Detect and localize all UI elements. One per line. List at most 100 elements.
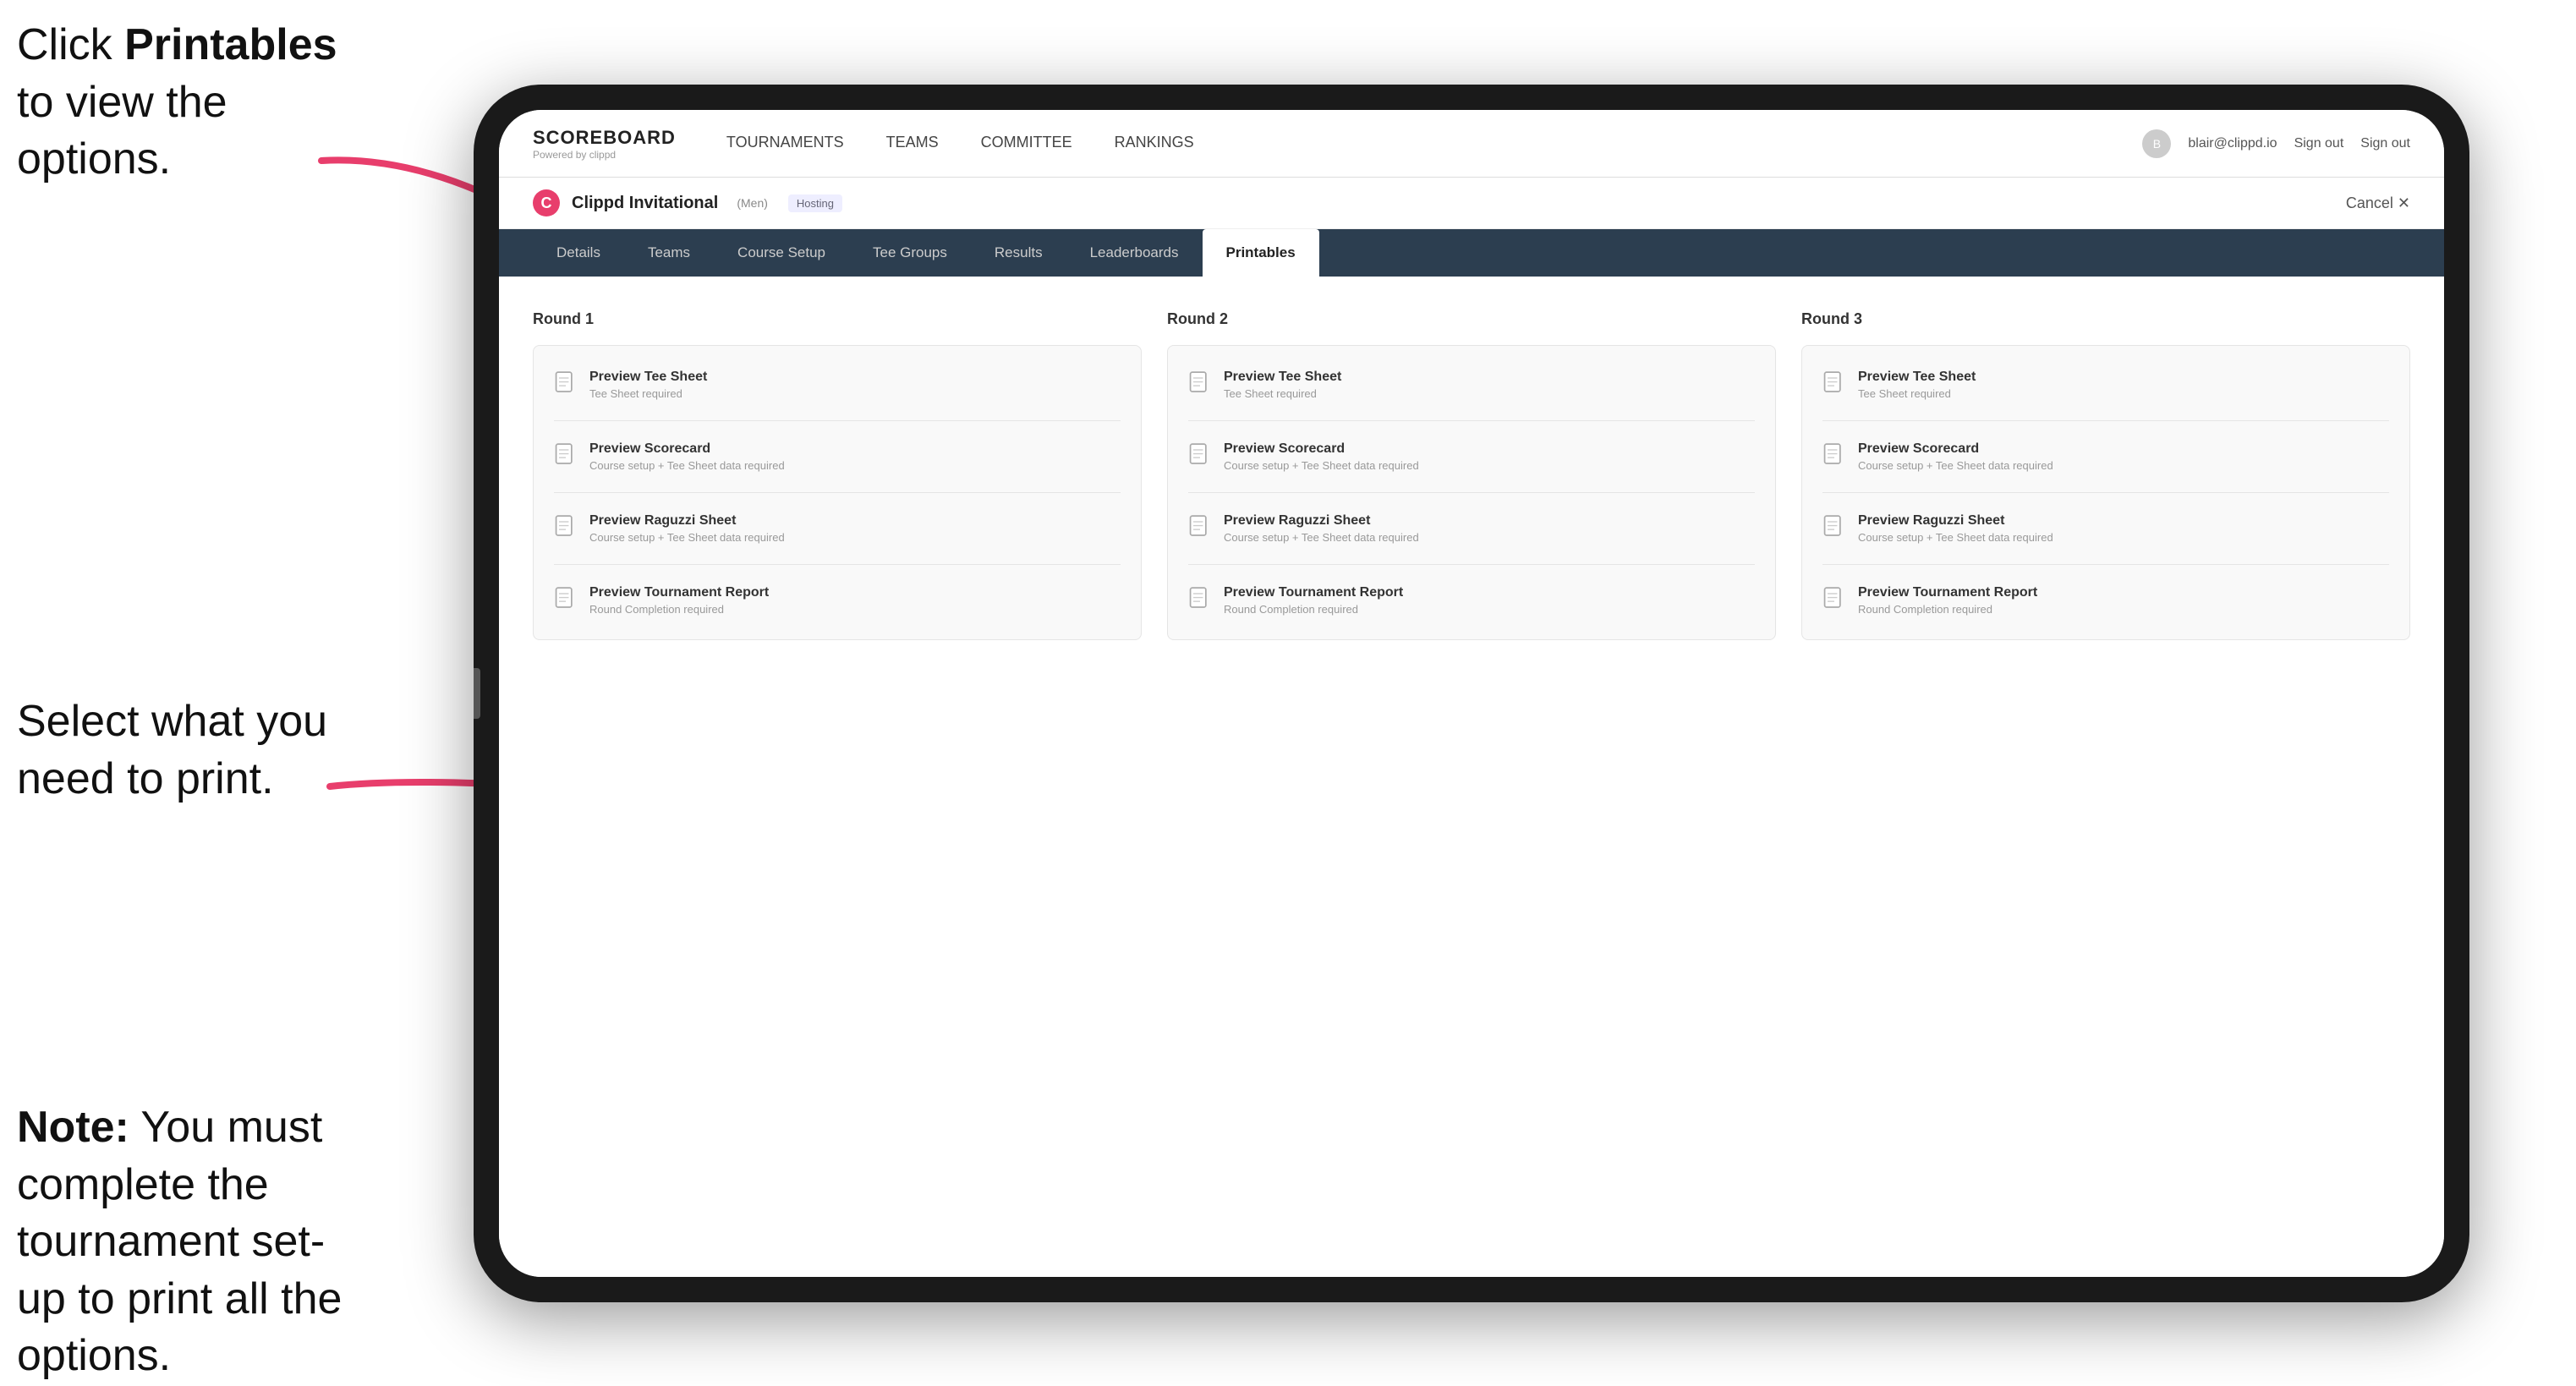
user-email: blair@clippd.io: [2188, 136, 2277, 151]
tab-printables[interactable]: Printables: [1203, 229, 1319, 277]
annotation-middle-text: Select what you need to print.: [17, 697, 327, 803]
round-2-tee-sheet[interactable]: Preview Tee Sheet Tee Sheet required: [1188, 366, 1755, 403]
tab-tee-groups[interactable]: Tee Groups: [849, 229, 971, 277]
doc-icon-6: [1188, 443, 1212, 470]
cancel-button[interactable]: Cancel ✕: [2346, 194, 2410, 212]
annotation-middle: Select what you need to print.: [17, 693, 372, 808]
round-1-card: Preview Tee Sheet Tee Sheet required: [533, 345, 1142, 640]
round-2-raguzzi-text: Preview Raguzzi Sheet Course setup + Tee…: [1224, 513, 1419, 544]
round-1-scorecard[interactable]: Preview Scorecard Course setup + Tee She…: [554, 438, 1121, 475]
round-3-tee-sheet-text: Preview Tee Sheet Tee Sheet required: [1858, 370, 1976, 400]
round-2-tee-sheet-title: Preview Tee Sheet: [1224, 370, 1341, 385]
round-3-tee-sheet[interactable]: Preview Tee Sheet Tee Sheet required: [1822, 366, 2389, 403]
round-2-column: Round 2 Preview Tee Sheet Tee S: [1167, 310, 1776, 640]
tablet: SCOREBOARD Powered by clippd TOURNAMENTS…: [474, 85, 2469, 1302]
doc-icon-4: [554, 587, 578, 614]
tablet-side-button[interactable]: [474, 668, 480, 719]
round-1-raguzzi[interactable]: Preview Raguzzi Sheet Course setup + Tee…: [554, 510, 1121, 547]
round-2-raguzzi-sub: Course setup + Tee Sheet data required: [1224, 531, 1419, 544]
annotation-bottom: Note: You must complete the tournament s…: [17, 1099, 372, 1385]
round-2-scorecard-text: Preview Scorecard Course setup + Tee She…: [1224, 441, 1419, 472]
divider: [1188, 492, 1755, 493]
round-3-tournament-report[interactable]: Preview Tournament Report Round Completi…: [1822, 582, 2389, 619]
divider: [554, 492, 1121, 493]
round-3-report-sub: Round Completion required: [1858, 603, 2037, 616]
doc-icon-5: [1188, 371, 1212, 398]
round-1-tee-sheet-sub: Tee Sheet required: [589, 387, 707, 400]
round-3-tee-sheet-sub: Tee Sheet required: [1858, 387, 1976, 400]
nav-tournaments[interactable]: TOURNAMENTS: [726, 130, 844, 156]
round-1-title: Round 1: [533, 310, 1142, 328]
tournament-header: C Clippd Invitational (Men) Hosting Canc…: [499, 178, 2444, 229]
round-1-tee-sheet-title: Preview Tee Sheet: [589, 370, 707, 385]
tab-details[interactable]: Details: [533, 229, 624, 277]
round-2-scorecard[interactable]: Preview Scorecard Course setup + Tee She…: [1188, 438, 1755, 475]
round-3-raguzzi-sub: Course setup + Tee Sheet data required: [1858, 531, 2053, 544]
round-3-scorecard-text: Preview Scorecard Course setup + Tee She…: [1858, 441, 2053, 472]
doc-icon-11: [1822, 515, 1846, 542]
tab-leaderboards[interactable]: Leaderboards: [1066, 229, 1203, 277]
user-avatar: B: [2142, 129, 2171, 158]
annotation-bottom-text: Note: You must complete the tournament s…: [17, 1103, 342, 1380]
round-2-raguzzi-title: Preview Raguzzi Sheet: [1224, 513, 1419, 529]
divider: [554, 420, 1121, 421]
main-content: Round 1 Preview Tee Sheet Tee S: [499, 277, 2444, 1277]
round-2-scorecard-sub: Course setup + Tee Sheet data required: [1224, 459, 1419, 472]
round-3-scorecard-sub: Course setup + Tee Sheet data required: [1858, 459, 2053, 472]
clippd-icon: C: [533, 189, 560, 216]
tablet-screen: SCOREBOARD Powered by clippd TOURNAMENTS…: [499, 110, 2444, 1277]
round-1-raguzzi-title: Preview Raguzzi Sheet: [589, 513, 785, 529]
logo-title: SCOREBOARD: [533, 127, 676, 149]
round-2-report-title: Preview Tournament Report: [1224, 585, 1403, 600]
round-1-raguzzi-sub: Course setup + Tee Sheet data required: [589, 531, 785, 544]
nav-links: TOURNAMENTS TEAMS COMMITTEE RANKINGS: [726, 130, 2142, 156]
round-2-tournament-report[interactable]: Preview Tournament Report Round Completi…: [1188, 582, 1755, 619]
nav-committee[interactable]: COMMITTEE: [981, 130, 1072, 156]
doc-icon-7: [1188, 515, 1212, 542]
round-3-scorecard[interactable]: Preview Scorecard Course setup + Tee She…: [1822, 438, 2389, 475]
round-2-tee-sheet-text: Preview Tee Sheet Tee Sheet required: [1224, 370, 1341, 400]
hosting-badge: Hosting: [788, 194, 842, 212]
round-2-scorecard-title: Preview Scorecard: [1224, 441, 1419, 457]
round-3-title: Round 3: [1801, 310, 2410, 328]
round-3-raguzzi[interactable]: Preview Raguzzi Sheet Course setup + Tee…: [1822, 510, 2389, 547]
round-3-tee-sheet-title: Preview Tee Sheet: [1858, 370, 1976, 385]
round-2-title: Round 2: [1167, 310, 1776, 328]
sign-out-text[interactable]: Sign out: [2360, 136, 2410, 151]
annotation-top-text: Click Printables to view the options.: [17, 20, 337, 184]
round-1-scorecard-title: Preview Scorecard: [589, 441, 785, 457]
round-3-raguzzi-text: Preview Raguzzi Sheet Course setup + Tee…: [1858, 513, 2053, 544]
round-3-column: Round 3 Preview Tee Sheet Tee S: [1801, 310, 2410, 640]
doc-icon-8: [1188, 587, 1212, 614]
round-1-column: Round 1 Preview Tee Sheet Tee S: [533, 310, 1142, 640]
round-1-report-sub: Round Completion required: [589, 603, 769, 616]
top-nav: SCOREBOARD Powered by clippd TOURNAMENTS…: [499, 110, 2444, 178]
sign-out-link[interactable]: Sign out: [2294, 136, 2344, 151]
round-1-tee-sheet-text: Preview Tee Sheet Tee Sheet required: [589, 370, 707, 400]
round-3-report-title: Preview Tournament Report: [1858, 585, 2037, 600]
tab-course-setup[interactable]: Course Setup: [714, 229, 849, 277]
round-1-tournament-report[interactable]: Preview Tournament Report Round Completi…: [554, 582, 1121, 619]
tab-teams[interactable]: Teams: [624, 229, 714, 277]
round-2-raguzzi[interactable]: Preview Raguzzi Sheet Course setup + Tee…: [1188, 510, 1755, 547]
tab-results[interactable]: Results: [971, 229, 1066, 277]
doc-icon-2: [554, 443, 578, 470]
round-2-report-text: Preview Tournament Report Round Completi…: [1224, 585, 1403, 616]
doc-icon-3: [554, 515, 578, 542]
doc-icon-9: [1822, 371, 1846, 398]
top-nav-right: B blair@clippd.io Sign out Sign out: [2142, 129, 2410, 158]
divider: [1188, 564, 1755, 565]
round-1-scorecard-text: Preview Scorecard Course setup + Tee She…: [589, 441, 785, 472]
round-3-card: Preview Tee Sheet Tee Sheet required: [1801, 345, 2410, 640]
tournament-name: Clippd Invitational: [572, 194, 718, 213]
tournament-badge: (Men): [737, 196, 768, 210]
divider: [554, 564, 1121, 565]
doc-icon-12: [1822, 587, 1846, 614]
divider: [1822, 492, 2389, 493]
round-2-report-sub: Round Completion required: [1224, 603, 1403, 616]
nav-rankings[interactable]: RANKINGS: [1115, 130, 1194, 156]
round-1-tee-sheet[interactable]: Preview Tee Sheet Tee Sheet required: [554, 366, 1121, 403]
nav-teams[interactable]: TEAMS: [886, 130, 939, 156]
round-3-scorecard-title: Preview Scorecard: [1858, 441, 2053, 457]
scoreboard-logo: SCOREBOARD Powered by clippd: [533, 127, 676, 161]
